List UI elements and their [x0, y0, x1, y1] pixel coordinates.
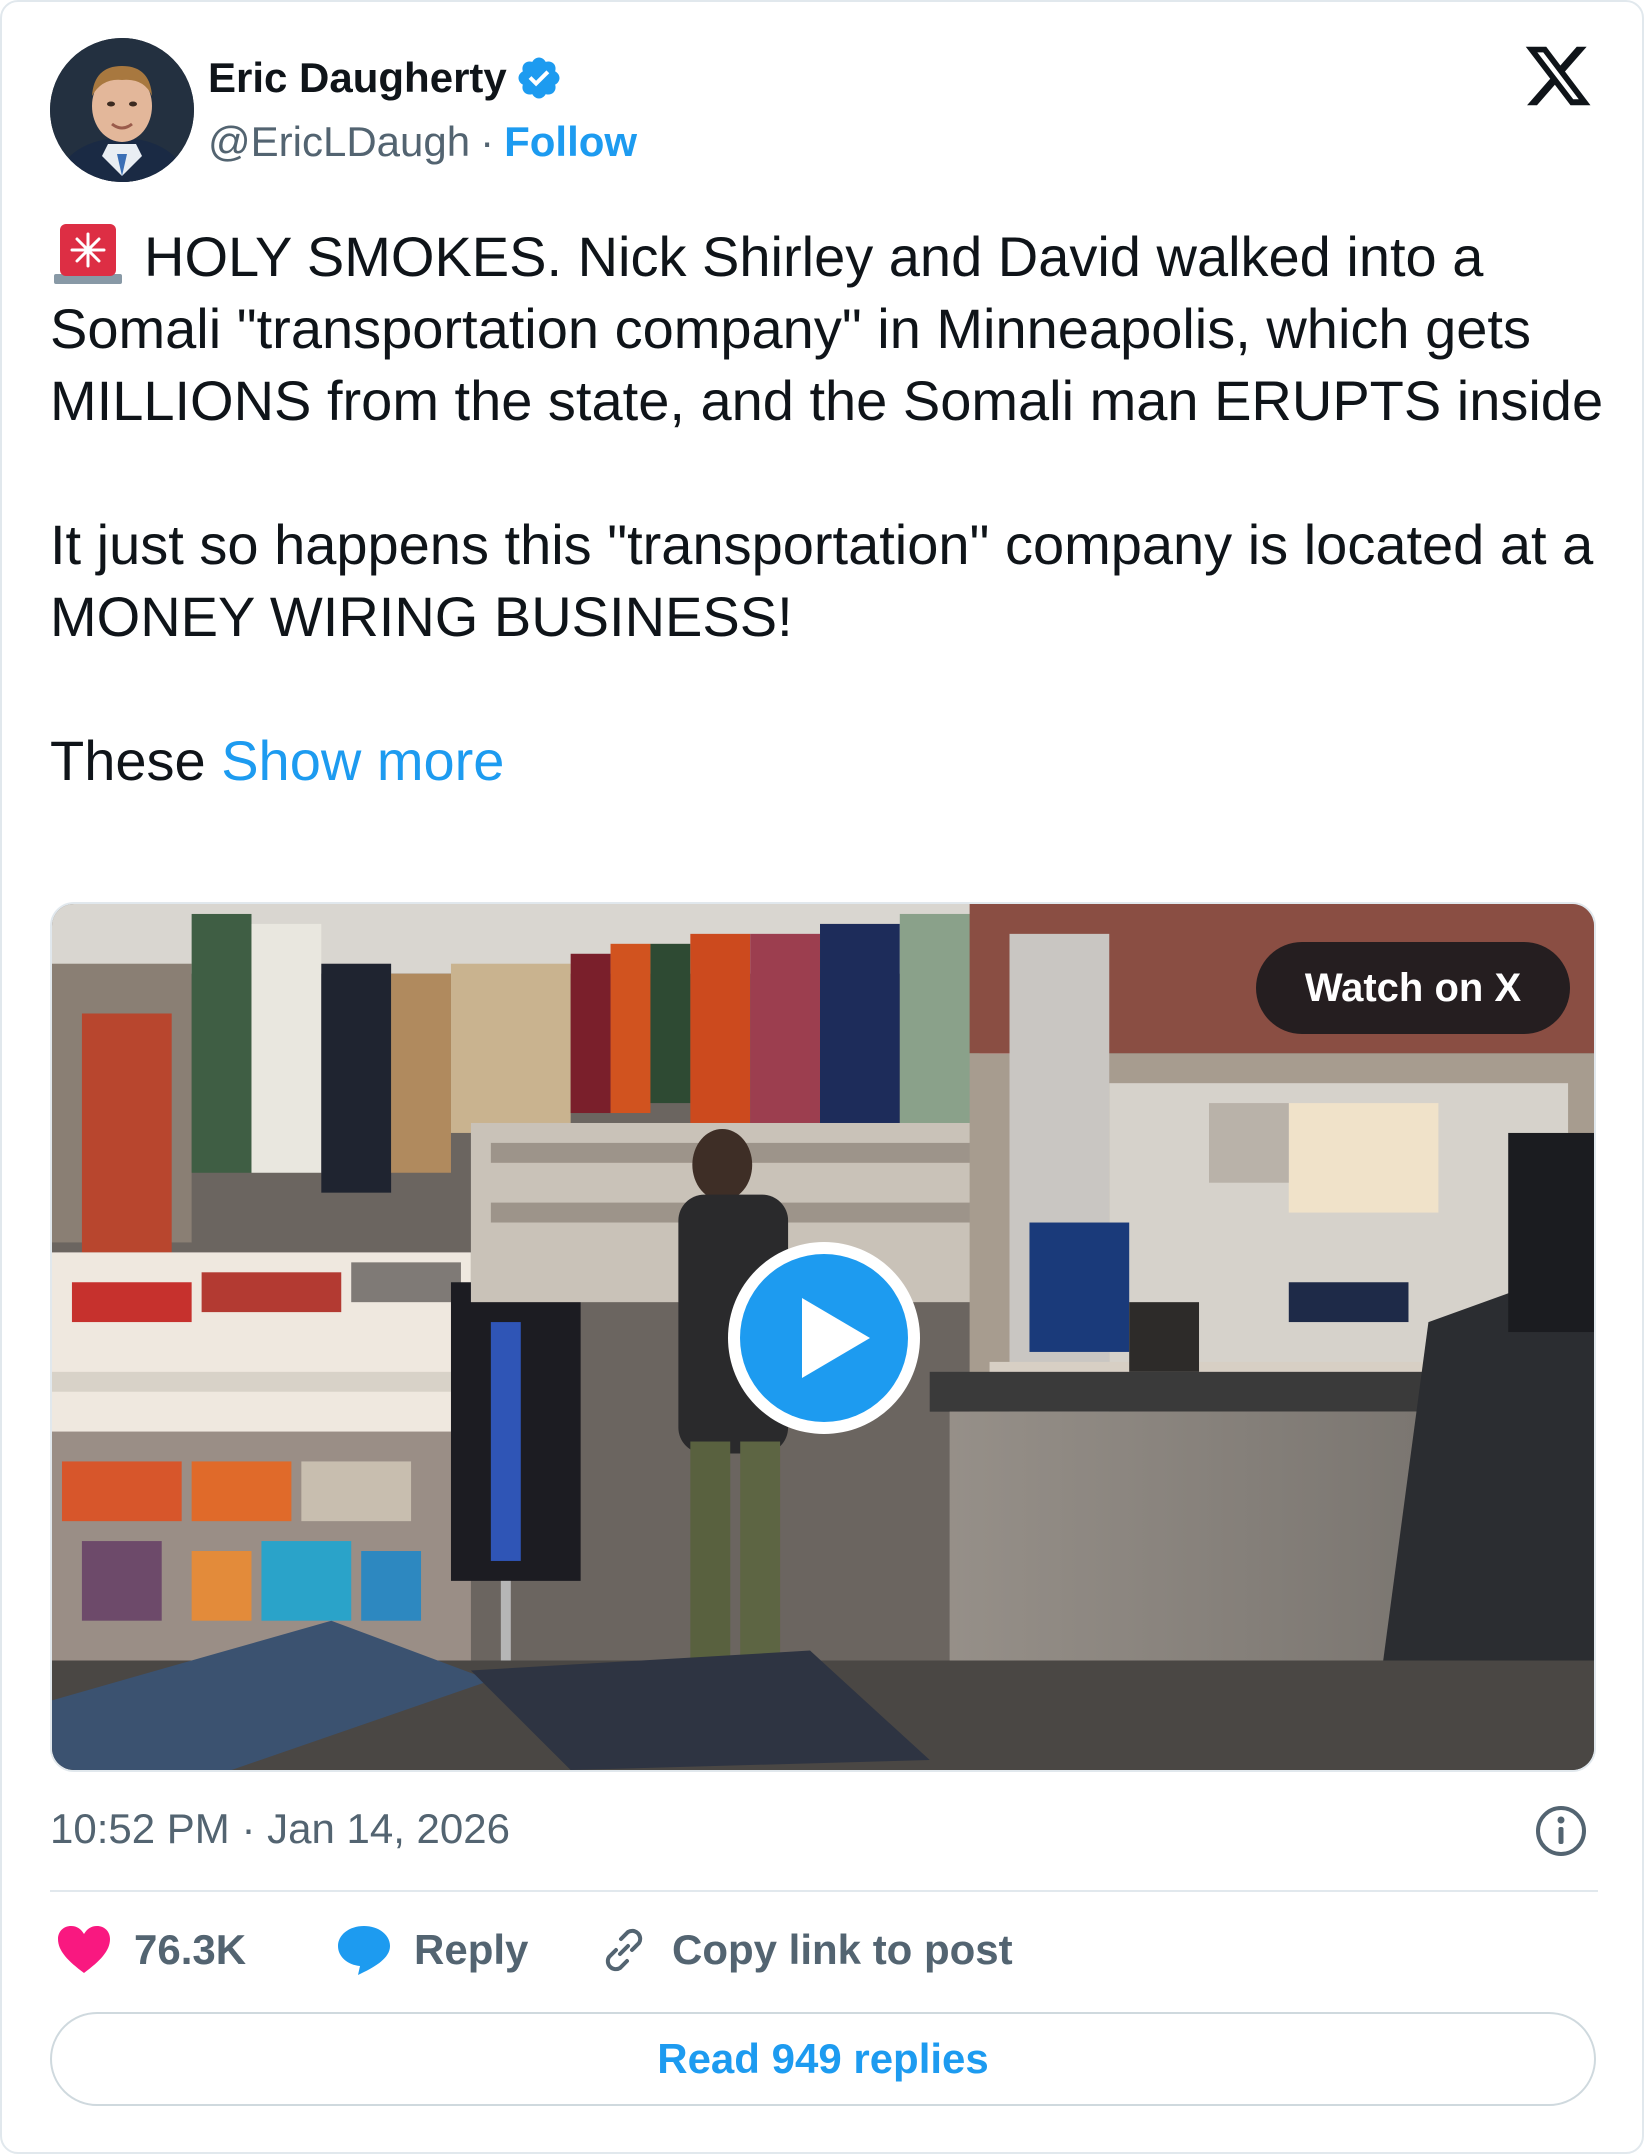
- tweet-card: Eric Daugherty @EricLDaugh · Follow HOLY…: [0, 0, 1644, 2154]
- rotating-light-icon: [54, 224, 122, 284]
- timestamp[interactable]: 10:52 PM · Jan 14, 2026: [50, 1802, 510, 1856]
- copy-link-label: Copy link to post: [672, 1926, 1013, 1973]
- tweet-paragraph-2: It just so happens this "transportation"…: [50, 513, 1594, 648]
- divider: [50, 1890, 1598, 1892]
- follow-button[interactable]: Follow: [504, 118, 637, 166]
- tweet-paragraph-3: These Show more: [50, 725, 1610, 797]
- heart-icon: [58, 1926, 110, 1973]
- link-icon: [605, 1928, 643, 1972]
- separator-dot: ·: [480, 118, 495, 165]
- author-name-row: Eric Daugherty: [208, 50, 563, 106]
- show-more-link[interactable]: Show more: [221, 729, 504, 792]
- reply-label: Reply: [414, 1926, 529, 1973]
- reply-button[interactable]: Reply: [336, 1918, 528, 1982]
- verified-badge-icon: [518, 57, 560, 99]
- like-button[interactable]: 76.3K: [56, 1918, 246, 1982]
- watch-on-x-button[interactable]: Watch on X: [1256, 942, 1570, 1034]
- tweet-paragraph-1-text: HOLY SMOKES. Nick Shirley and David walk…: [50, 225, 1604, 432]
- read-replies-button[interactable]: Read 949 replies: [50, 2012, 1596, 2106]
- tweet-paragraph-1: HOLY SMOKES. Nick Shirley and David walk…: [50, 220, 1610, 437]
- info-icon[interactable]: [1534, 1804, 1588, 1858]
- author-handle-row: @EricLDaugh · Follow: [208, 114, 637, 170]
- author-handle[interactable]: @EricLDaugh: [208, 118, 470, 166]
- like-count: 76.3K: [134, 1926, 247, 1973]
- tweet-text: HOLY SMOKES. Nick Shirley and David walk…: [50, 220, 1610, 797]
- tweet-paragraph-3-text: These: [50, 729, 206, 792]
- play-icon[interactable]: [724, 1238, 924, 1438]
- author-name[interactable]: Eric Daugherty: [208, 54, 507, 102]
- x-logo-icon[interactable]: [1522, 40, 1594, 112]
- reply-bubble-icon: [338, 1926, 390, 1975]
- copy-link-button[interactable]: Copy link to post: [598, 1918, 1013, 1982]
- avatar[interactable]: [50, 38, 194, 182]
